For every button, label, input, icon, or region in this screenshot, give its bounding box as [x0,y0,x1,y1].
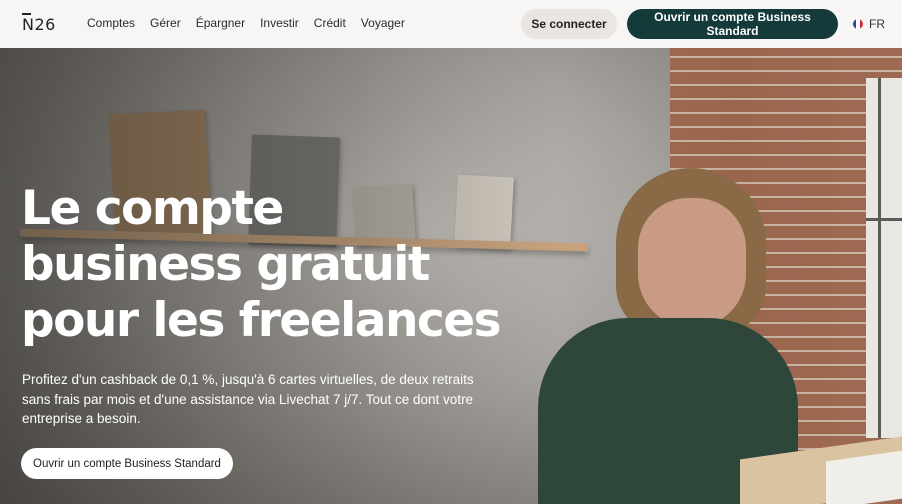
top-navigation-bar: N26 Comptes Gérer Épargner Investir Créd… [0,0,902,49]
language-label: FR [869,17,885,31]
france-flag-icon [853,19,863,29]
hero-title-line: Le compte [21,181,284,236]
login-button[interactable]: Se connecter [521,9,617,39]
nav-item-gerer[interactable]: Gérer [150,16,181,30]
main-nav: Comptes Gérer Épargner Investir Crédit V… [87,16,420,30]
logo-bar [22,13,31,15]
hero-title-line: business gratuit [21,237,430,292]
hero-section: Le compte business gratuit pour les free… [0,48,902,504]
hero-title-line: pour les freelances [21,293,502,348]
hero-photo-papers [826,450,902,504]
hero-title: Le compte business gratuit pour les free… [21,181,541,349]
nav-item-voyager[interactable]: Voyager [361,16,405,30]
nav-item-credit[interactable]: Crédit [314,16,346,30]
language-selector[interactable]: FR [853,17,885,31]
nav-item-investir[interactable]: Investir [260,16,299,30]
nav-item-comptes[interactable]: Comptes [87,16,135,30]
logo-text: N26 [22,15,56,34]
open-business-account-button[interactable]: Ouvrir un compte Business Standard [627,9,838,39]
hero-photo-window [866,78,902,438]
face [638,198,746,328]
hero-open-account-button[interactable]: Ouvrir un compte Business Standard [21,448,233,479]
n26-logo[interactable]: N26 [22,13,56,35]
nav-item-epargner[interactable]: Épargner [196,16,245,30]
hero-subtitle: Profitez d'un cashback de 0,1 %, jusqu'à… [22,372,474,426]
